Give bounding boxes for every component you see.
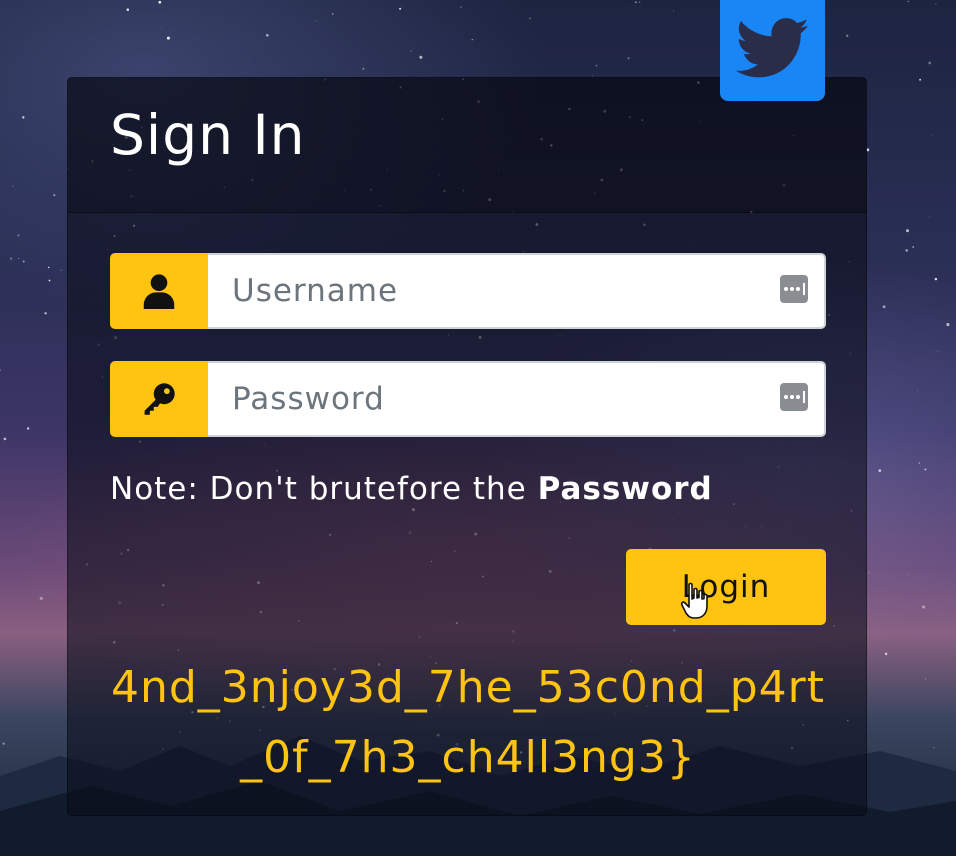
twitter-button[interactable] (720, 0, 825, 101)
login-card: Sign In Note: Don't brutefore the Passw (67, 77, 867, 816)
password-addon (110, 361, 208, 437)
flag-text: 4nd_3njoy3d_7he_53c0nd_p4rt_0f_7h3_ch4ll… (110, 662, 825, 783)
username-addon (110, 253, 208, 329)
password-group (110, 361, 826, 437)
note-emphasis: Password (537, 471, 713, 507)
note-text: Note: Don't brutefore the Password (110, 471, 713, 507)
password-field-wrapper (208, 361, 826, 437)
twitter-icon (735, 17, 809, 77)
note-prefix: Note: Don't brutefore the (110, 471, 538, 507)
username-field-wrapper (208, 253, 826, 329)
username-input[interactable] (208, 255, 824, 327)
user-icon (143, 274, 175, 309)
key-icon (144, 383, 175, 415)
hand-cursor-icon (680, 582, 708, 619)
page-title: Sign In (110, 103, 306, 167)
password-manager-icon[interactable] (780, 383, 808, 411)
login-button[interactable]: Login (626, 549, 826, 625)
username-group (110, 253, 826, 329)
password-input[interactable] (208, 363, 824, 435)
password-manager-icon[interactable] (780, 275, 808, 303)
